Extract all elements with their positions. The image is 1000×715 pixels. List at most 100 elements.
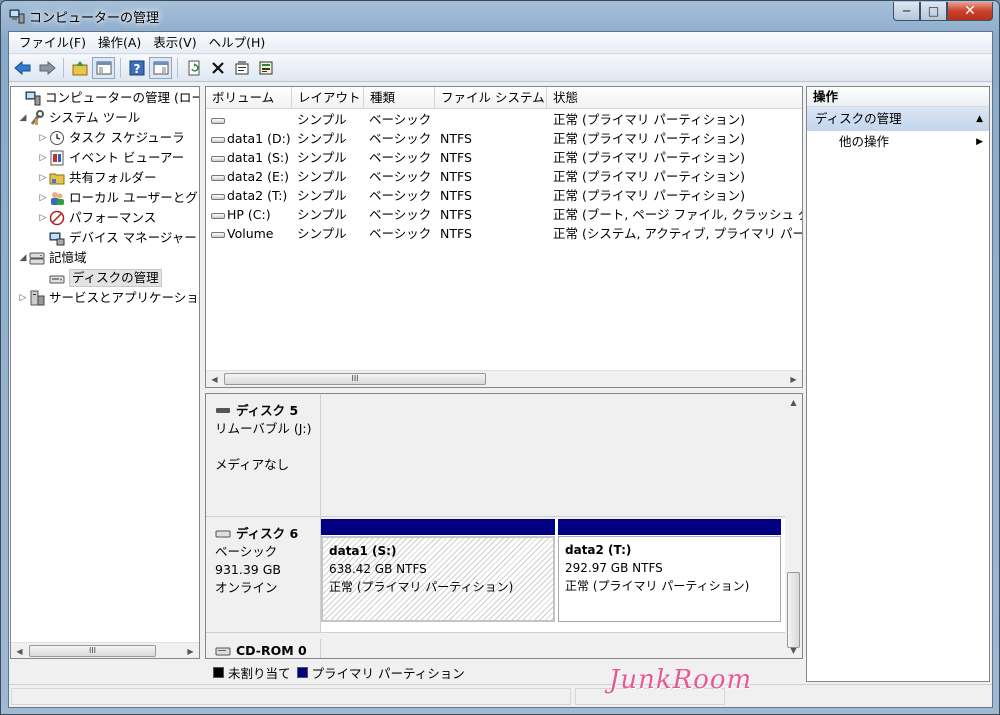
cell-status: 正常 (プライマリ パーティション) [553,169,745,184]
menu-help[interactable]: ヘルプ(H) [203,33,272,53]
menu-file[interactable]: ファイル(F) [13,33,92,53]
tree-item-label: コンピューターの管理 (ローカ [45,90,200,105]
cell-status: 正常 (プライマリ パーティション) [553,131,745,146]
column-header-status[interactable]: 状態 [547,87,802,109]
scroll-thumb[interactable]: III [224,373,486,385]
tree-item-system-tools[interactable]: ◢ システム ツール [17,108,140,128]
tree-expander[interactable]: ▷ [37,128,49,148]
cell-type: ベーシック [369,226,432,241]
legend-swatch-unallocated [213,666,224,678]
tree-item-local-users[interactable]: ▷ ローカル ユーザーとグ [37,188,198,208]
action-pane-button[interactable] [149,57,172,79]
cell-layout: シンプル [297,188,347,203]
export-button[interactable] [254,57,277,79]
tree-item-services-applications[interactable]: ▷ サービスとアプリケーショ [17,288,199,308]
partition-data2-t[interactable]: data2 (T:) 292.97 GB NTFS 正常 (プライマリ パーティ… [558,536,781,622]
tree-item-label: システム ツール [49,110,141,125]
tree-item-shared-folders[interactable]: ▷ 共有フォルダー [37,168,157,188]
scroll-thumb[interactable] [787,572,800,648]
tree-item-performance[interactable]: ▷ パフォーマンス [37,208,156,228]
performance-icon [49,210,65,226]
tree-item-label: サービスとアプリケーショ [49,290,199,305]
scroll-right-icon[interactable]: ▶ [785,371,802,387]
scroll-down-icon[interactable]: ▼ [785,642,802,658]
disk-type: ベーシック [215,544,278,559]
cell-layout: シンプル [297,169,347,184]
partition-name: data2 (T:) [565,543,632,557]
status-cell [11,688,571,705]
scroll-thumb[interactable]: III [29,645,156,657]
cdrom-0-label[interactable]: CD-ROM 0 [206,639,321,658]
scroll-left-icon[interactable]: ◀ [206,371,223,387]
delete-button[interactable] [206,57,229,79]
table-row[interactable]: data2 (E:) シンプル ベーシック NTFS 正常 (プライマリ パーテ… [206,167,802,186]
tree-item-computer-management[interactable]: コンピューターの管理 (ローカ [13,88,200,108]
help-button[interactable]: ? [125,57,148,79]
volume-list-horizontal-scrollbar[interactable]: ◀ III ▶ [206,370,802,387]
back-button[interactable] [11,57,34,79]
table-row[interactable]: data1 (D:) シンプル ベーシック NTFS 正常 (プライマリ パーテ… [206,129,802,148]
cell-layout: シンプル [297,150,347,165]
scroll-left-icon[interactable]: ◀ [11,643,28,658]
table-row[interactable]: data2 (T:) シンプル ベーシック NTFS 正常 (プライマリ パーテ… [206,186,802,205]
menu-action[interactable]: 操作(A) [92,33,147,53]
cell-volume: HP (C:) [227,207,271,222]
tree-expander[interactable]: ▷ [37,188,49,208]
refresh-button[interactable] [182,57,205,79]
column-header-volume[interactable]: ボリューム [206,87,292,109]
tree-item-device-manager[interactable]: デバイス マネージャー [37,228,197,248]
table-row[interactable]: シンプル ベーシック 正常 (プライマリ パーティション) [206,110,802,129]
properties-button[interactable] [230,57,253,79]
services-icon [30,290,45,306]
tree-item-disk-management[interactable]: ディスクの管理 [37,268,162,288]
scroll-up-icon[interactable]: ▲ [785,394,802,410]
partition-data1-s[interactable]: data1 (S:) 638.42 GB NTFS 正常 (プライマリ パーティ… [321,536,555,622]
column-header-filesystem[interactable]: ファイル システム [435,87,547,109]
tree-item-task-scheduler[interactable]: ▷ タスク スケジューラ [37,128,185,148]
up-button[interactable] [68,57,91,79]
tree-expander[interactable]: ◢ [17,248,29,268]
cell-volume: data1 (D:) [227,131,291,146]
tree-item-event-viewer[interactable]: ▷ イベント ビューアー [37,148,184,168]
column-header-layout[interactable]: レイアウト [292,87,364,109]
disk-icon [215,530,231,538]
main-window: コンピューターの管理 ─ □ ✕ ファイル(F) 操作(A) 表示(V) ヘルプ… [0,0,1000,715]
tree-item-label: デバイス マネージャー [69,230,197,245]
partition-bar [321,519,555,535]
minimize-button[interactable]: ─ [893,2,920,21]
forward-button[interactable] [35,57,58,79]
close-button[interactable]: ✕ [947,2,993,21]
forward-icon [39,60,56,76]
disk-5-label[interactable]: ディスク 5 リムーバブル (J:) メディアなし [206,394,321,517]
collapse-icon[interactable]: ▲ [976,107,983,131]
tree-horizontal-scrollbar[interactable]: ◀ III ▶ [11,642,199,658]
disk-map-vertical-scrollbar[interactable]: ▲ ▼ [785,394,802,658]
scroll-right-icon[interactable]: ▶ [182,643,199,658]
menu-view[interactable]: 表示(V) [147,33,202,53]
console-tree-icon [96,61,111,75]
tree-item-storage[interactable]: ◢ 記憶域 [17,248,87,268]
cell-volume: data1 (S:) [227,150,289,165]
actions-header: 操作 [807,87,989,107]
tree-expander[interactable]: ▷ [37,148,49,168]
actions-section-disk-management[interactable]: ディスクの管理 ▲ [807,107,989,131]
table-row[interactable]: HP (C:) シンプル ベーシック NTFS 正常 (ブート, ページ ファイ… [206,205,802,224]
tree-expander[interactable]: ▷ [37,208,49,228]
tree-expander[interactable]: ◢ [17,108,29,128]
volume-icon [211,212,225,219]
disk-6-label[interactable]: ディスク 6 ベーシック 931.39 GB オンライン [206,517,321,633]
computer-management-icon [9,9,25,24]
tree-expander[interactable]: ▷ [17,288,29,308]
cell-fs: NTFS [440,169,472,184]
maximize-button[interactable]: □ [920,2,947,21]
table-row[interactable]: Volume シンプル ベーシック NTFS 正常 (システム, アクティブ, … [206,224,802,243]
cell-fs: NTFS [440,188,472,203]
tree-expander[interactable]: ▷ [37,168,49,188]
cell-layout: シンプル [297,131,347,146]
title-bar[interactable]: コンピューターの管理 ─ □ ✕ [1,1,999,31]
column-header-type[interactable]: 種類 [364,87,435,109]
console-tree-button[interactable] [92,57,115,79]
disk-6-area: data1 (S:) 638.42 GB NTFS 正常 (プライマリ パーティ… [321,519,785,633]
action-more-actions[interactable]: 他の操作 ▶ [807,131,989,153]
table-row[interactable]: data1 (S:) シンプル ベーシック NTFS 正常 (プライマリ パーテ… [206,148,802,167]
